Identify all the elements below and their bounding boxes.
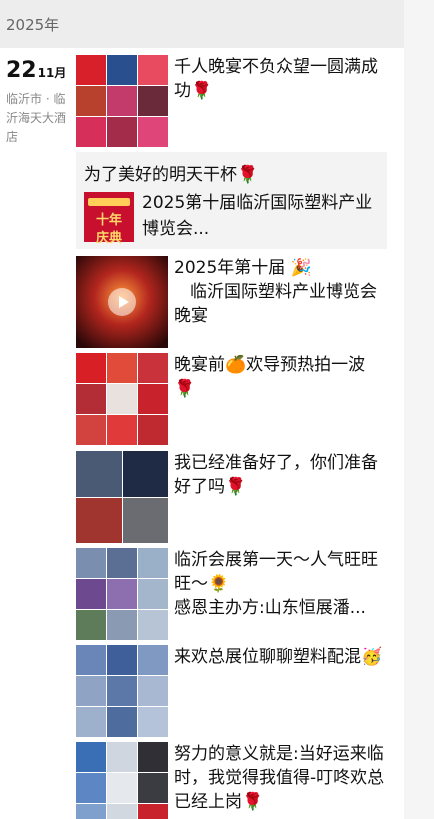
photo-grid[interactable] <box>76 645 168 737</box>
moment-post[interactable]: 来欢总展位聊聊塑料配混🥳 <box>76 645 386 737</box>
post-date: 2211月 <box>6 58 66 83</box>
post-text: 努力的意义就是:当好运来临时，我觉得我值得-叮咚欢总已经上岗🌹 <box>174 744 385 812</box>
shared-article-post[interactable]: 为了美好的明天干杯🌹 十年庆典 2025第十届临沂国际塑料产业博览会... <box>76 152 387 249</box>
post-text: 晚宴前🍊欢导预热拍一波🌹 <box>174 355 366 399</box>
photo-grid[interactable] <box>76 742 168 819</box>
scrollbar-track <box>404 0 434 819</box>
moment-post[interactable]: 2025年第十届 🎉 临沂国际塑料产业博览会晚宴 <box>76 256 386 348</box>
moment-post[interactable]: 临沂会展第一天～人气旺旺旺～🌻 感恩主办方:山东恒展潘... <box>76 548 386 640</box>
post-text: 千人晚宴不负众望一圆满成功🌹 <box>174 57 378 101</box>
play-icon[interactable] <box>108 288 136 316</box>
video-thumbnail[interactable] <box>76 256 168 348</box>
post-text-line1: 2025年第十届 🎉 <box>174 258 312 278</box>
year-label: 2025年 <box>6 16 60 34</box>
post-text: 我已经准备好了，你们准备好了吗🌹 <box>174 453 378 497</box>
photo-grid[interactable] <box>76 451 168 543</box>
date-day: 22 <box>6 58 37 83</box>
post-text-line2: 感恩主办方:山东恒展潘... <box>174 598 366 618</box>
post-text-line1: 临沂会展第一天～人气旺旺旺～🌻 <box>174 550 378 594</box>
post-text: 为了美好的明天干杯🌹 <box>84 165 259 185</box>
photo-grid[interactable] <box>76 548 168 640</box>
post-text-line2: 临沂国际塑料产业博览会晚宴 <box>174 282 377 326</box>
article-thumbnail: 十年庆典 <box>84 192 134 246</box>
moment-post[interactable]: 我已经准备好了，你们准备好了吗🌹 <box>76 451 386 543</box>
year-header: 2025年 <box>0 0 404 48</box>
photo-grid[interactable] <box>76 55 168 147</box>
moment-post[interactable]: 晚宴前🍊欢导预热拍一波🌹 <box>76 353 386 445</box>
post-text: 来欢总展位聊聊塑料配混🥳 <box>174 647 383 667</box>
moment-post[interactable]: 千人晚宴不负众望一圆满成功🌹 <box>76 55 386 147</box>
article-thumbnail-text: 十年庆典 <box>95 213 122 246</box>
photo-grid[interactable] <box>76 353 168 445</box>
moment-post[interactable]: 努力的意义就是:当好运来临时，我觉得我值得-叮咚欢总已经上岗🌹 <box>76 742 386 819</box>
date-month: 11月 <box>37 66 67 80</box>
article-title: 2025第十届临沂国际塑料产业博览会... <box>142 193 373 239</box>
post-location[interactable]: 临沂市 · 临沂海天大酒店 <box>6 90 74 147</box>
